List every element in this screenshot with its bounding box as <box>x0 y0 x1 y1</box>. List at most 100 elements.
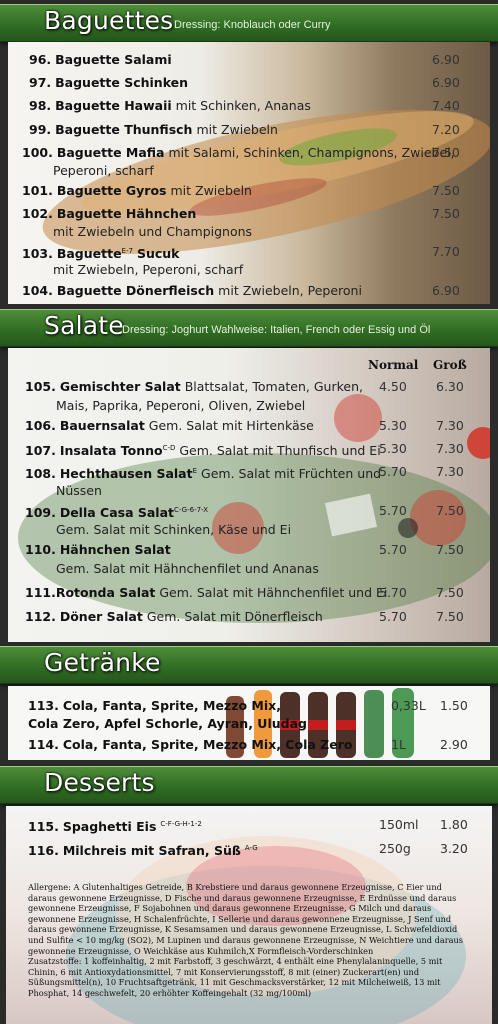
baguettes-subtitle: Dressing: Knoblauch oder Curry <box>174 19 331 31</box>
price-normal: 5.30 <box>379 418 407 433</box>
item-price: 6.90 <box>432 52 460 67</box>
item-name: Baguette Gyros <box>56 183 167 198</box>
item-name: Bauernsalat <box>59 418 145 433</box>
item-size: 150ml <box>379 817 419 832</box>
price-normal: 5.30 <box>379 441 407 456</box>
column-normal: Normal <box>368 358 419 372</box>
item-size: 250g <box>379 841 411 856</box>
menu-item-line: 105. Gemischter Salat Blattsalat, Tomate… <box>25 379 363 394</box>
item-name: Insalata Tonno <box>59 443 163 459</box>
item-number: 107. <box>25 443 56 459</box>
menu-item-line: 116. Milchreis mit Safran, Süß A-G <box>28 841 258 858</box>
item-name: Baguette Thunfisch <box>55 122 193 137</box>
price-gross: 7.50 <box>436 542 464 557</box>
item-number: 114. <box>28 737 59 752</box>
item-price: 3.20 <box>440 841 468 856</box>
item-price: 7.40 <box>432 98 460 113</box>
item-name: Baguette Dönerfleisch <box>56 283 215 298</box>
item-description-line2: mit Zwiebeln, Peperoni, scharf <box>53 262 244 277</box>
item-name: Rotonda Salat <box>55 585 156 600</box>
menu-item-line: 96. Baguette Salami <box>29 52 172 67</box>
menu-page: Baguettes Dressing: Knoblauch oder Curry… <box>0 0 498 1024</box>
price-normal: 5.70 <box>379 585 407 600</box>
item-number: 112. <box>25 609 56 624</box>
item-name: Gemischter Salat <box>59 379 181 394</box>
item-number: 99. <box>29 122 52 137</box>
item-name: Milchreis mit Safran, Süß <box>62 843 241 859</box>
price-normal: 5.70 <box>379 503 407 518</box>
item-description-line2: Mais, Paprika, Peperoni, Oliven, Zwiebel <box>56 398 306 413</box>
getraenke-panel: 113. Cola, Fanta, Sprite, Mezzo Mix, Cola… <box>8 686 490 760</box>
item-name: Baguette Salami <box>55 52 172 67</box>
item-number: 115. <box>28 819 59 835</box>
item-number: 116. <box>28 843 59 859</box>
getraenke-header: Getränke <box>0 646 498 684</box>
menu-item-line: 98. Baguette Hawaii mit Schinken, Ananas <box>29 98 311 113</box>
item-size: 0,33L <box>391 698 426 713</box>
item-number: 110. <box>25 542 56 557</box>
item-description-line2: Nüssen <box>56 483 102 498</box>
item-number: 100. <box>22 145 53 160</box>
item-number: 101. <box>22 183 53 198</box>
item-description-line2: mit Zwiebeln und Champignons <box>53 224 253 239</box>
item-name: Spaghetti Eis <box>62 819 157 835</box>
menu-item-line: 108. Hechthausen SalatE Gem. Salat mit F… <box>25 464 381 481</box>
menu-item-line: 112. Döner Salat Gem. Salat mit Dönerfle… <box>25 609 323 624</box>
menu-item-line: 99. Baguette Thunfisch mit Zwiebeln <box>29 122 278 137</box>
salate-header: Salate Dressing: Joghurt Wahlweise: Ital… <box>0 309 498 347</box>
item-price: 1.50 <box>440 698 468 713</box>
baguettes-header: Baguettes Dressing: Knoblauch oder Curry <box>0 4 498 42</box>
item-name: Hechthausen Salat <box>59 466 193 482</box>
menu-item-line: 104. Baguette Dönerfleisch mit Zwiebeln,… <box>22 283 362 298</box>
item-number: 109. <box>25 505 56 521</box>
allergen-code: A-G <box>244 844 258 852</box>
price-normal: 5.70 <box>379 542 407 557</box>
menu-item-line: 111.Rotonda Salat Gem. Salat mit Hähnche… <box>25 585 387 600</box>
item-price: 7.20 <box>432 122 460 137</box>
item-name: Cola, Fanta, Sprite, Mezzo Mix, <box>62 698 281 713</box>
item-number: 103. <box>22 246 53 262</box>
item-price: 1.80 <box>440 817 468 832</box>
allergen-code: E-7 <box>121 247 133 255</box>
menu-item-line: 102. Baguette Hähnchen <box>22 206 196 221</box>
menu-item-line: 115. Spaghetti Eis C-F-G-H-1-2 <box>28 817 202 834</box>
item-number: 98. <box>29 98 52 113</box>
allergen-code: C-G-6-7-X <box>174 506 209 514</box>
allergen-notes: Allergene: A Glutenhaltiges Getreide, B … <box>28 882 472 999</box>
salate-subtitle: Dressing: Joghurt Wahlweise: Italien, Fr… <box>122 324 431 336</box>
price-gross: 7.30 <box>436 418 464 433</box>
price-normal: 5.70 <box>379 609 407 624</box>
item-price: 6.90 <box>432 283 460 298</box>
price-normal: 4.50 <box>379 379 407 394</box>
price-gross: 6.30 <box>436 379 464 394</box>
item-price: 7.70 <box>432 244 460 259</box>
item-description: Gem. Salat mit Früchten und <box>201 466 382 482</box>
item-description: Blattsalat, Tomaten, Gurken, <box>184 379 363 394</box>
baguettes-title: Baguettes <box>44 6 174 35</box>
price-gross: 7.50 <box>436 609 464 624</box>
item-price: 2.90 <box>440 737 468 752</box>
menu-item-line: 107. Insalata TonnoC-D Gem. Salat mit Th… <box>25 441 381 458</box>
item-description: mit Salami, Schinken, Champignons, Zwieb… <box>168 145 455 160</box>
item-name: Cola, Fanta, Sprite, Mezzo Mix, Cola Zer… <box>62 737 353 752</box>
item-number: 97. <box>29 75 52 90</box>
item-description: Gem. Salat mit Thunfisch und Ei <box>179 443 381 459</box>
menu-item-line: 114. Cola, Fanta, Sprite, Mezzo Mix, Col… <box>28 737 352 752</box>
item-name: Baguette Mafia <box>56 145 165 160</box>
item-description-line2: Gem. Salat mit Schinken, Käse und Ei <box>56 522 292 537</box>
item-price: 7.50 <box>432 206 460 221</box>
item-number: 108. <box>25 466 56 482</box>
item-price: 7.50 <box>432 183 460 198</box>
item-description: mit Zwiebeln, Peperoni <box>218 283 362 298</box>
menu-item-line: 109. Della Casa SalatC-G-6-7-X <box>25 503 208 520</box>
menu-item-line: 101. Baguette Gyros mit Zwiebeln <box>22 183 252 198</box>
menu-item-line: 97. Baguette Schinken <box>29 75 188 90</box>
item-number: 106. <box>25 418 56 433</box>
item-description: mit Schinken, Ananas <box>175 98 311 113</box>
item-number: 105. <box>25 379 56 394</box>
item-number: 111. <box>25 585 56 600</box>
price-normal: 5.70 <box>379 464 407 479</box>
desserts-header: Desserts <box>0 766 498 804</box>
desserts-title: Desserts <box>44 768 155 797</box>
price-gross: 7.30 <box>436 464 464 479</box>
